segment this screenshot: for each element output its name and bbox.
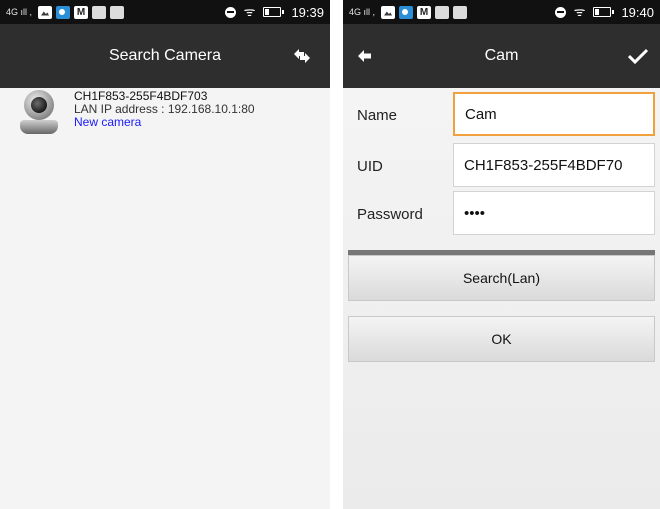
gallery-notification-icon <box>38 5 53 19</box>
checkmark-icon <box>628 48 648 64</box>
status-bar: 4G ıll , ᯤ 19:40 <box>343 0 660 24</box>
do-not-disturb-icon <box>554 6 566 18</box>
name-row: Name <box>343 92 660 138</box>
back-arrow-icon[interactable] <box>343 24 387 88</box>
status-bar: 4G ıll , ᯤ 19:39 <box>0 0 330 24</box>
search-camera-screen: 4G ıll , ᯤ 19:39 Search Camera CH1F853-2… <box>0 0 330 509</box>
gallery-notification-icon <box>381 5 396 19</box>
password-label: Password <box>357 205 423 223</box>
back-arrow-icon <box>358 50 371 62</box>
app-notification-icon <box>110 5 125 19</box>
mail-notification-icon <box>417 5 432 19</box>
app-notification-icon <box>453 5 468 19</box>
password-input[interactable] <box>453 191 655 235</box>
password-row: Password <box>343 191 660 237</box>
ok-button[interactable]: OK <box>348 316 655 362</box>
status-time: 19:40 <box>621 4 654 20</box>
checkmark-icon[interactable] <box>616 24 660 88</box>
page-title: Cam <box>484 47 519 64</box>
title-bar: Search Camera <box>0 24 330 88</box>
signal-indicator: 4G ıll , <box>6 7 33 17</box>
camera-notification-icon <box>399 5 414 19</box>
swap-arrows-icon[interactable] <box>280 24 324 88</box>
swap-arrows-icon <box>294 49 310 63</box>
uid-label: UID <box>357 157 383 175</box>
page-title: Search Camera <box>108 47 222 64</box>
title-bar: Cam <box>343 24 660 88</box>
wifi-icon: ᯤ <box>243 4 256 19</box>
camera-list-item[interactable]: CH1F853-255F4BDF703 LAN IP address : 192… <box>0 88 330 140</box>
signal-indicator: 4G ıll , <box>349 7 376 17</box>
app-notification-icon <box>435 5 450 19</box>
name-label: Name <box>357 106 398 124</box>
battery-icon <box>593 7 615 17</box>
wifi-icon: ᯤ <box>573 4 586 19</box>
camera-edit-screen: 4G ıll , ᯤ 19:40 Cam Name UID Pa <box>343 0 660 509</box>
app-notification-icon <box>92 5 107 19</box>
uid-row: UID <box>343 143 660 189</box>
camera-status: New camera <box>74 115 142 129</box>
name-input[interactable] <box>453 92 655 136</box>
camera-info: CH1F853-255F4BDF703 LAN IP address : 192… <box>74 90 255 129</box>
mail-notification-icon <box>74 5 89 19</box>
uid-input[interactable] <box>453 143 655 187</box>
search-lan-button[interactable]: Search(Lan) <box>348 255 655 301</box>
webcam-icon <box>18 90 60 134</box>
battery-icon <box>263 7 285 17</box>
status-time: 19:39 <box>291 4 324 20</box>
camera-notification-icon <box>56 5 71 19</box>
do-not-disturb-icon <box>224 6 236 18</box>
